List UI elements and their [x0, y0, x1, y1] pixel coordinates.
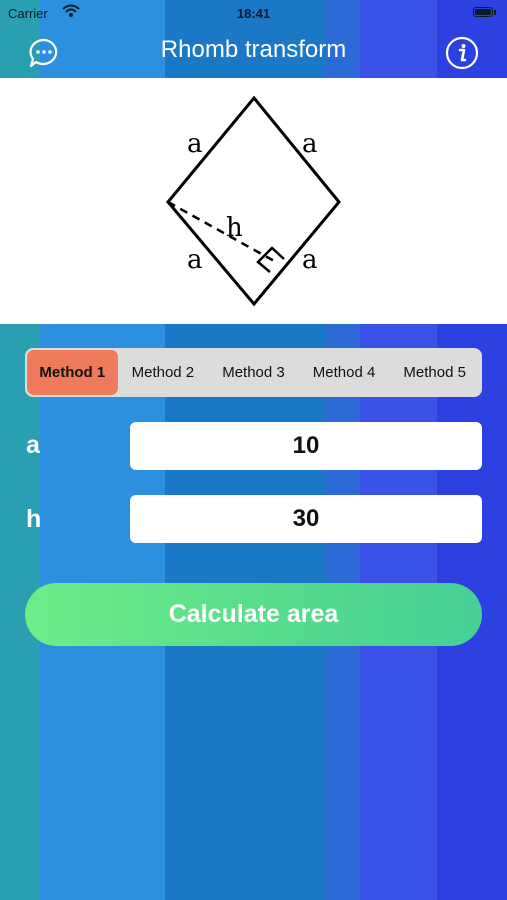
side-label-top-left: a	[187, 129, 203, 159]
status-bar: Carrier 18:41	[0, 0, 507, 26]
side-a-input[interactable]	[130, 422, 482, 470]
navigation-bar: Rhomb transform	[0, 26, 507, 78]
battery-icon	[473, 7, 493, 17]
height-label: h	[226, 213, 243, 243]
side-a-label: a	[26, 431, 40, 459]
page-title: Rhomb transform	[160, 36, 347, 63]
clock: 18:41	[236, 6, 271, 21]
tab-method-1[interactable]: Method 1	[27, 350, 118, 395]
rhombus-figure: a a a a h	[0, 78, 507, 324]
info-icon[interactable]	[445, 36, 479, 70]
battery-tip	[494, 10, 496, 15]
calculate-area-button[interactable]: Calculate area	[25, 583, 482, 646]
height-h-label: h	[26, 505, 42, 533]
side-label-bottom-left: a	[187, 245, 203, 275]
side-label-bottom-right: a	[302, 245, 318, 275]
tab-method-3[interactable]: Method 3	[208, 350, 299, 395]
tab-method-2[interactable]: Method 2	[118, 350, 209, 395]
tab-method-5[interactable]: Method 5	[389, 350, 480, 395]
method-segmented-control: Method 1 Method 2 Method 3 Method 4 Meth…	[25, 348, 482, 397]
tab-method-4[interactable]: Method 4	[299, 350, 390, 395]
side-label-top-right: a	[302, 129, 318, 159]
height-h-input[interactable]	[130, 495, 482, 543]
